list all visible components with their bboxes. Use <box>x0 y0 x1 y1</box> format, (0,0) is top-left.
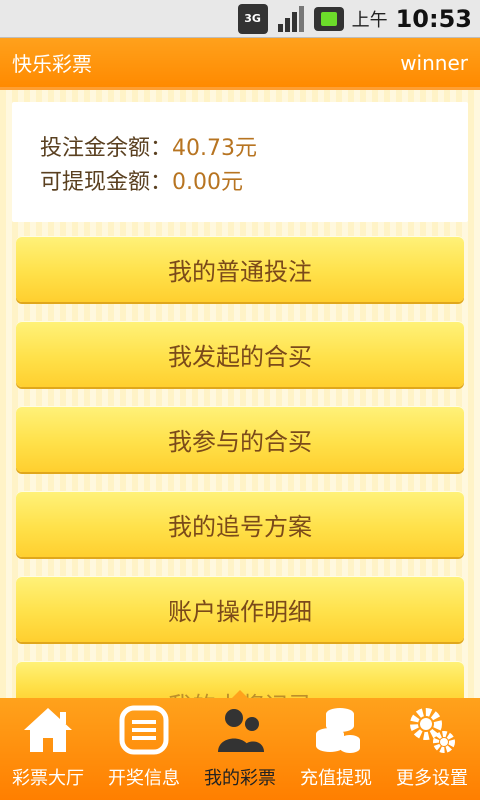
menu-button-label: 我参与的合买 <box>168 427 312 456</box>
title-bar: 快乐彩票 winner <box>0 38 480 90</box>
my-initiated-group-buy-button[interactable]: 我发起的合买 <box>16 321 464 387</box>
bottom-nav: 彩票大厅 开奖信息 我的彩票 充值提现 更多设置 <box>0 690 480 800</box>
home-icon <box>20 702 76 758</box>
status-time: 10:53 <box>395 4 472 33</box>
status-bar: 3G 上午 10:53 <box>0 0 480 38</box>
menu-button-label: 我的普通投注 <box>168 257 312 286</box>
app-title: 快乐彩票 <box>12 52 92 76</box>
battery-icon <box>313 6 344 31</box>
nav-my-lottery[interactable]: 我的彩票 <box>192 690 288 800</box>
account-details-button[interactable]: 账户操作明细 <box>16 576 464 642</box>
username: winner <box>400 50 468 75</box>
withdraw-balance-label: 可提现金额： <box>40 170 173 195</box>
active-indicator <box>231 690 249 699</box>
network-3g-icon: 3G <box>237 3 268 34</box>
menu-button-label: 我的追号方案 <box>168 512 312 541</box>
status-ampm: 上午 <box>351 9 388 31</box>
signal-strength-icon <box>276 4 306 34</box>
my-follow-plan-button[interactable]: 我的追号方案 <box>16 491 464 557</box>
nav-label: 彩票大厅 <box>12 768 84 789</box>
coins-icon <box>308 702 364 758</box>
nav-label: 开奖信息 <box>108 768 180 789</box>
nav-recharge-withdraw[interactable]: 充值提现 <box>288 698 384 800</box>
nav-label: 充值提现 <box>300 768 372 789</box>
bet-balance-label: 投注金余额： <box>40 136 173 161</box>
nav-lottery-hall[interactable]: 彩票大厅 <box>0 698 96 800</box>
menu-button-label: 账户操作明细 <box>168 597 312 626</box>
main-content: 投注金余额：40.73元 可提现金额：0.00元 我的普通投注 我发起的合买 我… <box>0 90 480 698</box>
nav-label: 更多设置 <box>396 768 468 789</box>
balance-card: 投注金余额：40.73元 可提现金额：0.00元 <box>12 102 468 222</box>
nav-label: 我的彩票 <box>204 768 276 789</box>
bet-balance-value: 40.73元 <box>172 136 257 161</box>
nav-draw-info[interactable]: 开奖信息 <box>96 698 192 800</box>
my-normal-bets-button[interactable]: 我的普通投注 <box>16 236 464 302</box>
bet-balance-row: 投注金余额：40.73元 <box>40 132 440 166</box>
my-joined-group-buy-button[interactable]: 我参与的合买 <box>16 406 464 472</box>
gears-icon <box>404 702 460 758</box>
users-icon <box>212 702 268 758</box>
withdraw-balance-value: 0.00元 <box>172 170 244 195</box>
menu-button-label: 我发起的合买 <box>168 342 312 371</box>
withdraw-balance-row: 可提现金额：0.00元 <box>40 166 440 200</box>
list-icon <box>116 702 172 758</box>
nav-more-settings[interactable]: 更多设置 <box>384 698 480 800</box>
